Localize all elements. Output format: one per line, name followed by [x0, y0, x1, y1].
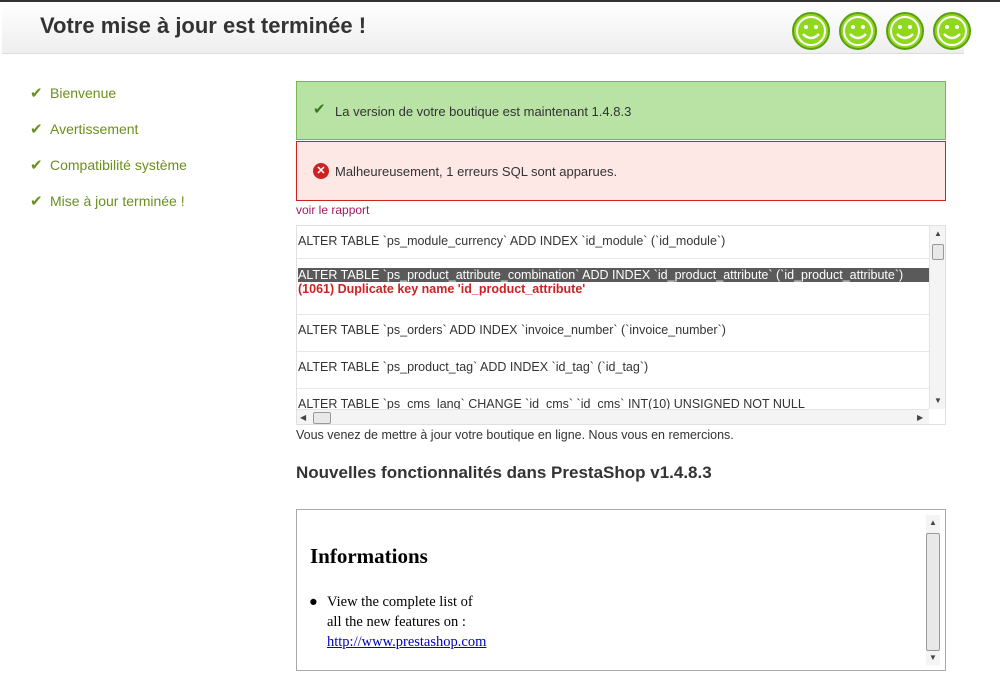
scroll-thumb[interactable] [926, 533, 940, 651]
sidebar-item-label: Avertissement [50, 121, 139, 137]
sql-log-row: ALTER TABLE `ps_module_currency` ADD IND… [297, 226, 929, 259]
scroll-right-icon[interactable]: ▶ [917, 413, 923, 422]
step-sidebar: ✔ Bienvenue ✔ Avertissement ✔ Compatibil… [30, 75, 187, 219]
scroll-left-icon[interactable]: ◀ [300, 413, 306, 422]
error-message: Malheureusement, 1 erreurs SQL sont appa… [335, 164, 618, 179]
features-info-frame[interactable]: Informations ● View the complete list of… [296, 509, 946, 671]
sidebar-item-compatibilite: ✔ Compatibilité système [30, 147, 187, 183]
info-text-line: View the complete list of [327, 594, 473, 610]
features-heading: Nouvelles fonctionnalités dans PrestaSho… [296, 463, 712, 482]
sql-query: ALTER TABLE `ps_cms_lang` CHANGE `id_cms… [298, 397, 805, 409]
check-icon: ✔ [30, 121, 43, 138]
info-text-line: all the new features on : [327, 614, 466, 630]
thanks-message: Vous venez de mettre à jour votre boutiq… [296, 428, 734, 442]
sql-log-row: ALTER TABLE `ps_product_attribute_combin… [297, 259, 929, 315]
sidebar-item-avertissement: ✔ Avertissement [30, 111, 187, 147]
smiley-icon [933, 12, 971, 50]
sql-log-box[interactable]: ALTER TABLE `ps_module_currency` ADD IND… [296, 225, 946, 425]
scroll-thumb[interactable] [932, 244, 944, 260]
vertical-scrollbar[interactable]: ▲ ▼ [929, 226, 945, 409]
sidebar-item-label: Bienvenue [50, 85, 117, 101]
sidebar-item-label: Mise à jour terminée ! [50, 193, 185, 209]
sql-log-row: ALTER TABLE `ps_product_tag` ADD INDEX `… [297, 352, 929, 389]
prestashop-link[interactable]: http://www.prestashop.com [327, 634, 486, 650]
sql-log-list: ALTER TABLE `ps_module_currency` ADD IND… [297, 226, 929, 409]
info-list-item: ● View the complete list of all the new … [309, 592, 507, 652]
sidebar-item-bienvenue: ✔ Bienvenue [30, 75, 187, 111]
smiley-icon [792, 12, 830, 50]
error-alert: ✕ Malheureusement, 1 erreurs SQL sont ap… [296, 141, 946, 201]
smiley-rating [791, 11, 979, 51]
scroll-thumb[interactable] [313, 412, 331, 424]
sidebar-item-label: Compatibilité système [50, 157, 187, 173]
success-message: La version de votre boutique est mainten… [335, 104, 632, 119]
sql-log-row: ALTER TABLE `ps_cms_lang` CHANGE `id_cms… [297, 389, 929, 409]
bullet-icon: ● [309, 594, 318, 610]
view-report-link[interactable]: voir le rapport [296, 203, 369, 217]
scroll-down-icon[interactable]: ▼ [934, 396, 942, 405]
page-title: Votre mise à jour est terminée ! [40, 13, 367, 38]
smiley-icon [886, 12, 924, 50]
scroll-up-icon[interactable]: ▲ [929, 518, 937, 527]
sql-query: ALTER TABLE `ps_product_tag` ADD INDEX `… [298, 360, 649, 374]
check-icon: ✔ [30, 85, 43, 102]
check-icon: ✔ [30, 157, 43, 174]
error-icon: ✕ [313, 163, 329, 179]
sidebar-item-mise-a-jour: ✔ Mise à jour terminée ! [30, 183, 187, 219]
sql-error: (1061) Duplicate key name 'id_product_at… [298, 282, 586, 296]
info-title: Informations [310, 544, 428, 568]
success-alert: ✔ La version de votre boutique est maint… [296, 81, 946, 140]
sql-query: ALTER TABLE `ps_product_attribute_combin… [298, 268, 929, 282]
sql-query: ALTER TABLE `ps_orders` ADD INDEX `invoi… [298, 323, 726, 337]
page-header: Votre mise à jour est terminée ! [2, 2, 971, 54]
check-icon: ✔ [313, 101, 326, 118]
smiley-icon [839, 12, 877, 50]
vertical-scrollbar[interactable]: ▲ ▼ [926, 515, 940, 665]
sql-query: ALTER TABLE `ps_module_currency` ADD IND… [298, 234, 726, 248]
sql-log-row: ALTER TABLE `ps_orders` ADD INDEX `invoi… [297, 315, 929, 352]
horizontal-scrollbar[interactable]: ◀ ▶ [297, 409, 929, 424]
scroll-down-icon[interactable]: ▼ [929, 653, 937, 662]
check-icon: ✔ [30, 193, 43, 210]
scroll-up-icon[interactable]: ▲ [934, 229, 942, 238]
